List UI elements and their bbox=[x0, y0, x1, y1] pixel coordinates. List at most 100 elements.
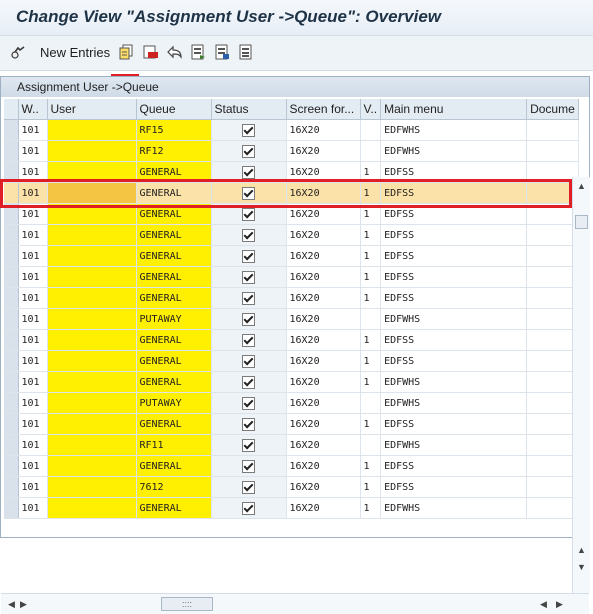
cell-document[interactable] bbox=[526, 413, 579, 435]
cell-screen-format[interactable]: 16X20 bbox=[286, 350, 361, 372]
cell-screen-format[interactable]: 16X20 bbox=[286, 119, 361, 141]
cell-status[interactable] bbox=[211, 413, 287, 435]
cell-document[interactable] bbox=[526, 119, 579, 141]
column-header-queue[interactable]: Queue bbox=[136, 99, 212, 120]
cell-queue[interactable]: RF15 bbox=[136, 119, 212, 141]
cell-main-menu[interactable]: EDFWHS bbox=[380, 308, 528, 330]
cell-document[interactable] bbox=[526, 476, 579, 498]
cell-status[interactable] bbox=[211, 119, 287, 141]
cell-screen-format[interactable]: 16X20 bbox=[286, 371, 361, 393]
cell-queue[interactable]: GENERAL bbox=[136, 224, 212, 246]
cell-user[interactable] bbox=[47, 161, 137, 183]
cell-user[interactable] bbox=[47, 119, 137, 141]
table-row[interactable]: 101 GENERAL 16X20 1 EDFSS bbox=[4, 329, 579, 351]
cell-v[interactable]: 1 bbox=[360, 413, 382, 435]
table-row[interactable]: 101 GENERAL 16X20 1 EDFWHS bbox=[4, 371, 579, 393]
cell-screen-format[interactable]: 16X20 bbox=[286, 308, 361, 330]
cell-status[interactable] bbox=[211, 266, 287, 288]
cell-screen-format[interactable]: 16X20 bbox=[286, 476, 361, 498]
cell-user[interactable] bbox=[47, 413, 137, 435]
cell-queue[interactable]: GENERAL bbox=[136, 203, 212, 225]
cell-status[interactable] bbox=[211, 203, 287, 225]
cell-screen-format[interactable]: 16X20 bbox=[286, 203, 361, 225]
cell-screen-format[interactable]: 16X20 bbox=[286, 434, 361, 456]
cell-document[interactable] bbox=[526, 455, 579, 477]
cell-document[interactable] bbox=[526, 308, 579, 330]
cell-v[interactable]: 1 bbox=[360, 203, 382, 225]
cell-v[interactable] bbox=[360, 119, 382, 141]
row-selector[interactable] bbox=[4, 140, 19, 162]
cell-screen-format[interactable]: 16X20 bbox=[286, 455, 361, 477]
cell-main-menu[interactable]: EDFWHS bbox=[380, 119, 528, 141]
row-selector[interactable] bbox=[4, 455, 19, 477]
table-row[interactable]: 101 GENERAL 16X20 1 EDFSS bbox=[4, 224, 579, 246]
cell-main-menu[interactable]: EDFSS bbox=[380, 413, 528, 435]
cell-main-menu[interactable]: EDFSS bbox=[380, 182, 528, 204]
status-checkbox[interactable] bbox=[242, 249, 255, 263]
cell-queue[interactable]: GENERAL bbox=[136, 350, 212, 372]
cell-queue[interactable]: GENERAL bbox=[136, 329, 212, 351]
status-checkbox[interactable] bbox=[242, 207, 255, 221]
cell-status[interactable] bbox=[211, 455, 287, 477]
cell-v[interactable]: 1 bbox=[360, 287, 382, 309]
row-selector[interactable] bbox=[4, 203, 19, 225]
cell-v[interactable]: 1 bbox=[360, 371, 382, 393]
row-selector[interactable] bbox=[4, 497, 19, 519]
table-row[interactable]: 101 PUTAWAY 16X20 EDFWHS bbox=[4, 392, 579, 414]
status-checkbox[interactable] bbox=[242, 417, 255, 431]
cell-document[interactable] bbox=[526, 392, 579, 414]
cell-w[interactable]: 101 bbox=[18, 434, 48, 456]
row-selector[interactable] bbox=[4, 224, 19, 246]
cell-queue[interactable]: GENERAL bbox=[136, 245, 212, 267]
status-checkbox[interactable] bbox=[242, 144, 255, 158]
status-checkbox[interactable] bbox=[242, 165, 255, 179]
column-header-status[interactable]: Status bbox=[211, 99, 287, 120]
cell-user[interactable] bbox=[47, 434, 137, 456]
status-checkbox[interactable] bbox=[242, 291, 255, 305]
table-row[interactable]: 101 GENERAL 16X20 1 EDFSS bbox=[4, 413, 579, 435]
scroll-down-icon[interactable]: ▼ bbox=[574, 560, 589, 574]
cell-screen-format[interactable]: 16X20 bbox=[286, 140, 361, 162]
cell-status[interactable] bbox=[211, 308, 287, 330]
cell-main-menu[interactable]: EDFWHS bbox=[380, 497, 528, 519]
cell-status[interactable] bbox=[211, 497, 287, 519]
cell-document[interactable] bbox=[526, 497, 579, 519]
row-selector[interactable] bbox=[4, 434, 19, 456]
cell-v[interactable]: 1 bbox=[360, 245, 382, 267]
cell-w[interactable]: 101 bbox=[18, 161, 48, 183]
cell-w[interactable]: 101 bbox=[18, 182, 48, 204]
cell-user[interactable] bbox=[47, 287, 137, 309]
cell-w[interactable]: 101 bbox=[18, 140, 48, 162]
cell-user[interactable] bbox=[47, 371, 137, 393]
cell-w[interactable]: 101 bbox=[18, 497, 48, 519]
cell-document[interactable] bbox=[526, 161, 579, 183]
cell-status[interactable] bbox=[211, 140, 287, 162]
scroll-up-icon[interactable]: ▲ bbox=[574, 179, 589, 193]
table-row[interactable]: 101 7612 16X20 1 EDFSS bbox=[4, 476, 579, 498]
cell-main-menu[interactable]: EDFSS bbox=[380, 476, 528, 498]
status-checkbox[interactable] bbox=[242, 228, 255, 242]
cell-screen-format[interactable]: 16X20 bbox=[286, 392, 361, 414]
cell-queue[interactable]: 7612 bbox=[136, 476, 212, 498]
cell-queue[interactable]: GENERAL bbox=[136, 161, 212, 183]
table-row[interactable]: 101 GENERAL 16X20 1 EDFSS bbox=[4, 266, 579, 288]
column-header-main-menu[interactable]: Main menu bbox=[380, 99, 528, 120]
glasses-icon[interactable] bbox=[10, 42, 28, 62]
cell-w[interactable]: 101 bbox=[18, 371, 48, 393]
status-checkbox[interactable] bbox=[242, 480, 255, 494]
table-row[interactable]: 101 GENERAL 16X20 1 EDFWHS bbox=[4, 497, 579, 519]
row-selector[interactable] bbox=[4, 119, 19, 141]
cell-queue[interactable]: GENERAL bbox=[136, 266, 212, 288]
cell-document[interactable] bbox=[526, 203, 579, 225]
cell-w[interactable]: 101 bbox=[18, 203, 48, 225]
cell-queue[interactable]: RF11 bbox=[136, 434, 212, 456]
cell-screen-format[interactable]: 16X20 bbox=[286, 245, 361, 267]
row-selector[interactable] bbox=[4, 308, 19, 330]
scroll-page-up-icon[interactable]: ▲ bbox=[574, 543, 589, 557]
table-row[interactable]: 101 GENERAL 16X20 1 EDFSS bbox=[4, 350, 579, 372]
cell-status[interactable] bbox=[211, 245, 287, 267]
column-header-w[interactable]: W.. bbox=[18, 99, 48, 120]
cell-status[interactable] bbox=[211, 392, 287, 414]
cell-v[interactable]: 1 bbox=[360, 266, 382, 288]
vertical-scroll-thumb[interactable] bbox=[575, 215, 588, 229]
